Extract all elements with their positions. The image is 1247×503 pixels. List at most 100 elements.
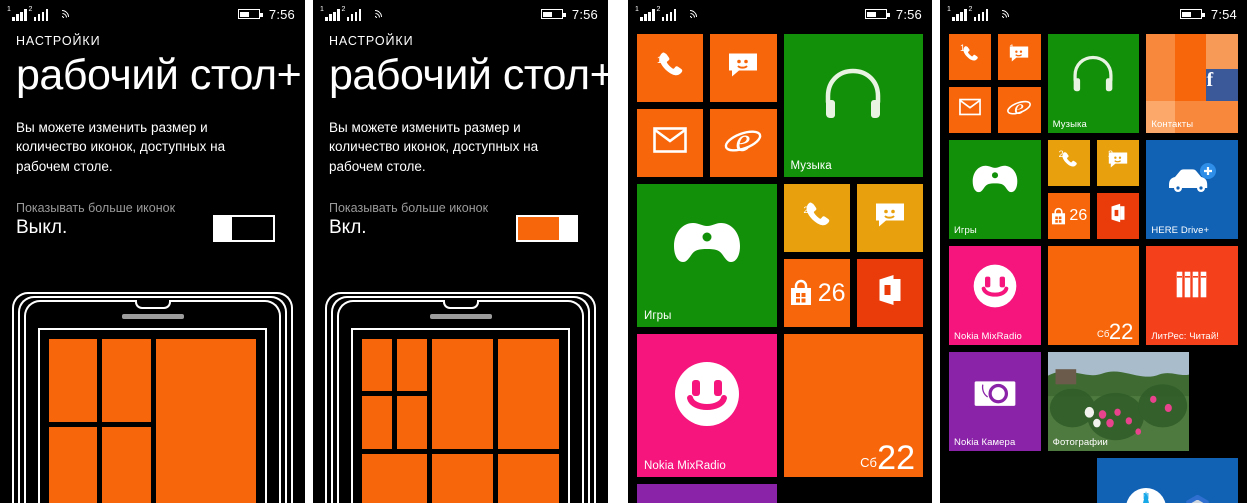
tile-email[interactable] (949, 87, 992, 133)
status-right: 7:56 (237, 7, 295, 22)
tile-caption: Nokia MixRadio (954, 331, 1022, 342)
preview-tile (49, 426, 98, 503)
calendar-day-number: 22 (1108, 319, 1134, 344)
tile-messaging-sim2[interactable]: 2 (856, 184, 923, 252)
tile-nokia-camera[interactable]: Nokia Камера (949, 352, 1041, 451)
tile-messaging[interactable]: 1 (998, 34, 1041, 80)
preview-tile-wide (362, 453, 427, 503)
show-more-tiles-setting[interactable]: Показывать больше иконок Вкл. (329, 200, 592, 242)
tile-music[interactable]: Музыка (783, 34, 923, 177)
signal-strength-sim1-icon: 1 (635, 6, 655, 21)
signal-strength-sim1-icon: 1 (7, 6, 27, 21)
preview-tile (102, 426, 151, 503)
tile-here-maps[interactable]: N (1096, 458, 1238, 503)
panel-settings-toggle-off: 1 2 7:56 НАСТРОЙКИ рабочий стол+ Вы може… (0, 0, 305, 503)
xbox-controller-icon (970, 163, 1020, 196)
tile-phone[interactable]: 1 (949, 34, 992, 80)
tile-games[interactable]: Игры (637, 184, 777, 327)
tile-phone[interactable]: 1 (637, 34, 704, 102)
tile-phone-sim2[interactable]: 2 (783, 184, 850, 252)
preview-tile-wide (497, 339, 559, 449)
preview-tile (362, 396, 392, 449)
tile-caption: HERE Drive+ (1151, 225, 1210, 236)
tile-people[interactable]: f Контакты (1146, 34, 1238, 133)
tile-music[interactable]: Музыка (1047, 34, 1140, 133)
toggle-label: Показывать больше иконок (329, 200, 489, 215)
phone-screen-preview (38, 328, 267, 503)
tile-caption: Фотографии (1052, 437, 1108, 448)
ie-icon: e (723, 120, 763, 160)
tile-calendar[interactable]: Сб 22 (1047, 246, 1140, 345)
store-count: 26 (1069, 207, 1088, 224)
camera-icon (973, 376, 1017, 407)
tile-office[interactable] (856, 259, 923, 327)
tile-messaging[interactable]: 1 (710, 34, 777, 102)
preview-tile-wide (431, 339, 493, 449)
tile-here-drive[interactable]: HERE Drive+ (1146, 140, 1238, 239)
compass-icon: N (1097, 458, 1238, 503)
status-bar: 1 2 7:56 (313, 0, 608, 28)
preview-tile (396, 396, 427, 449)
phone-notch (134, 300, 171, 309)
tile-caption: Nokia Камера (954, 437, 1016, 448)
phone-icon (1059, 151, 1078, 170)
clock: 7:54 (1210, 6, 1237, 22)
tile-nokia-mixradio[interactable]: Nokia MixRadio (949, 246, 1041, 345)
tile-grid: 1 1 (940, 34, 1247, 503)
store-count: 26 (817, 278, 846, 307)
store-icon (1050, 207, 1067, 226)
page-title: рабочий стол+ (329, 51, 608, 99)
show-more-tiles-switch[interactable] (516, 214, 578, 242)
phone-icon (655, 50, 685, 80)
status-indicators: 1 2 (320, 6, 385, 27)
tile-litres[interactable]: ЛитРес: Читай! (1146, 246, 1238, 345)
battery-icon (540, 9, 566, 19)
tile-photos[interactable]: Фотографии (1047, 352, 1189, 451)
headphones-icon (1070, 52, 1116, 95)
clock: 7:56 (895, 6, 922, 22)
facebook-icon: f (1206, 69, 1238, 102)
switch-track (518, 216, 559, 240)
settings-description: Вы можете изменить размер и количество и… (329, 119, 539, 174)
calendar-day-number: 22 (877, 439, 915, 477)
sim1-label: 1 (7, 5, 11, 13)
panel-start-screen-normal: 1 2 7:56 1 Музыка e Игры 2 26 Nokia MixR… (628, 0, 932, 503)
phone-speaker-icon (429, 314, 492, 319)
status-right: 7:56 (864, 6, 922, 22)
battery-icon (237, 9, 263, 19)
tile-caption: Игры (644, 310, 672, 322)
preview-tile-wide (497, 453, 559, 503)
preview-tile (396, 339, 427, 392)
phone-speaker-icon (121, 314, 184, 319)
tile-calendar[interactable]: Сб 22 (783, 334, 923, 477)
tile-internet-explorer[interactable]: e (998, 87, 1041, 133)
show-more-tiles-setting[interactable]: Показывать больше иконок Выкл. (16, 201, 289, 242)
tile-email[interactable] (637, 109, 704, 177)
store-icon (788, 279, 814, 307)
store-tile-content: 26 (784, 259, 850, 327)
tile-store[interactable]: 26 (783, 259, 850, 327)
store-tile-content: 26 (1048, 193, 1090, 239)
tile-games[interactable]: Игры (949, 140, 1041, 239)
tile-nokia-camera[interactable] (637, 484, 777, 503)
tile-nokia-mixradio[interactable]: Nokia MixRadio (637, 334, 777, 477)
mixradio-smiley-icon (971, 262, 1019, 310)
svg-text:e: e (1015, 95, 1025, 119)
tile-internet-explorer[interactable]: e (710, 109, 777, 177)
message-icon (874, 202, 906, 229)
show-more-tiles-switch[interactable] (213, 214, 275, 242)
phone-preview-illustration (325, 288, 596, 503)
xbox-controller-icon (670, 220, 744, 268)
clock: 7:56 (571, 6, 598, 22)
start-screen: 1 1 (940, 28, 1247, 503)
tile-phone-sim2[interactable]: 2 (1047, 140, 1090, 186)
tile-messaging-sim2[interactable]: 2 (1096, 140, 1140, 186)
compass-north-letter: N (1144, 492, 1150, 501)
tile-office[interactable] (1096, 193, 1140, 239)
wifi-icon (52, 6, 72, 27)
status-indicators: 1 2 (947, 6, 1012, 27)
tile-caption: Nokia MixRadio (644, 460, 726, 472)
tile-store[interactable]: 26 (1047, 193, 1090, 239)
sim1-label: 1 (635, 5, 639, 13)
status-bar: 1 2 7:56 (0, 0, 305, 28)
